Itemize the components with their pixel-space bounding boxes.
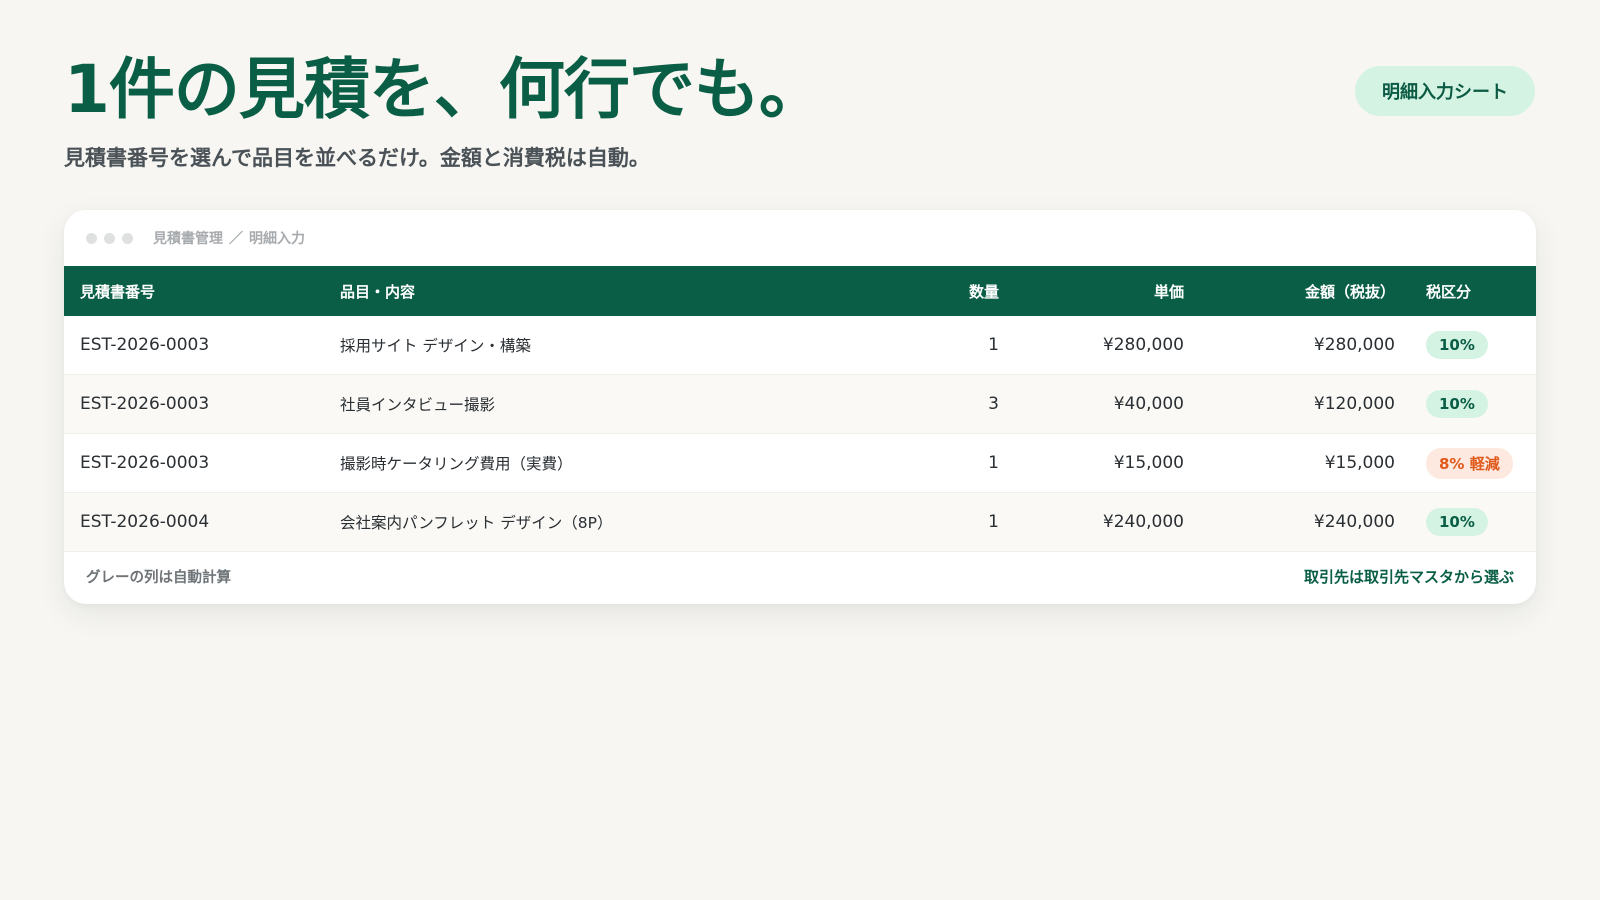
client-master-link[interactable]: 取引先は取引先マスタから選ぶ [1304, 566, 1514, 587]
column-header-tax-type[interactable]: 税区分 [1395, 281, 1536, 302]
unit-price-cell[interactable]: ¥40,000 [999, 394, 1184, 414]
amount-cell: ¥280,000 [1313, 335, 1395, 355]
item-cell[interactable]: 撮影時ケータリング費用（実費） [329, 452, 779, 474]
tax-type-cell[interactable]: 8% 軽減 [1395, 447, 1536, 479]
window-titlebar: 見積書管理 ／ 明細入力 [64, 210, 1536, 266]
quantity-cell[interactable]: 1 [779, 335, 999, 355]
auto-calc-note: グレーの列は自動計算 [86, 569, 231, 586]
amount-cell: ¥240,000 [1313, 512, 1395, 532]
tax-badge: 10% [1426, 508, 1488, 536]
estimate-no-cell[interactable]: EST-2026-0003 [64, 453, 329, 473]
estimate-no-cell[interactable]: EST-2026-0003 [64, 335, 329, 355]
quantity-cell[interactable]: 1 [779, 453, 999, 473]
breadcrumb-item-detail-entry: 明細入力 [249, 231, 305, 247]
page-title: 1件の見積を、何行でも。 [64, 51, 825, 128]
column-header-item[interactable]: 品目・内容 [329, 281, 779, 302]
item-cell[interactable]: 採用サイト デザイン・構築 [329, 334, 779, 356]
window-maximize-dot-icon[interactable] [122, 232, 133, 244]
estimate-window: 見積書管理 ／ 明細入力 見積書番号 品目・内容 数量 単価 金額（税抜） 税区… [64, 210, 1536, 604]
unit-price-cell[interactable]: ¥15,000 [999, 453, 1184, 473]
unit-price-cell[interactable]: ¥280,000 [999, 335, 1184, 355]
table-row[interactable]: EST-2026-0003 撮影時ケータリング費用（実費） 1 ¥15,000 … [64, 434, 1536, 493]
window-close-dot-icon[interactable] [86, 232, 97, 244]
table-row[interactable]: EST-2026-0003 採用サイト デザイン・構築 1 ¥280,000 ¥… [64, 316, 1536, 375]
column-header-estimate-no[interactable]: 見積書番号 [64, 281, 329, 302]
breadcrumb: 見積書管理 ／ 明細入力 [153, 228, 305, 248]
table-row[interactable]: EST-2026-0004 会社案内パンフレット デザイン（8P） 1 ¥240… [64, 493, 1536, 552]
tax-type-cell[interactable]: 10% [1395, 390, 1536, 418]
estimate-no-cell[interactable]: EST-2026-0003 [64, 394, 329, 414]
sheet-type-badge: 明細入力シート [1355, 66, 1535, 116]
tax-badge-reduced: 8% 軽減 [1426, 447, 1513, 479]
window-controls [86, 232, 133, 244]
window-footer: グレーの列は自動計算 取引先は取引先マスタから選ぶ [64, 548, 1536, 604]
estimate-no-cell[interactable]: EST-2026-0004 [64, 512, 329, 532]
table-header-row: 見積書番号 品目・内容 数量 単価 金額（税抜） 税区分 [64, 266, 1536, 316]
tax-type-cell[interactable]: 10% [1395, 508, 1536, 536]
page: 1件の見積を、何行でも。 見積書番号を選んで品目を並べるだけ。金額と消費税は自動… [0, 0, 1600, 900]
tax-badge: 10% [1426, 390, 1488, 418]
unit-price-cell[interactable]: ¥240,000 [999, 512, 1184, 532]
amount-cell: ¥15,000 [1324, 453, 1395, 473]
breadcrumb-separator: ／ [229, 231, 243, 247]
tax-badge: 10% [1426, 331, 1488, 359]
line-items-table: 見積書番号 品目・内容 数量 単価 金額（税抜） 税区分 EST-2026-00… [64, 266, 1536, 552]
column-header-amount[interactable]: 金額（税抜） [1184, 281, 1395, 302]
item-cell[interactable]: 会社案内パンフレット デザイン（8P） [329, 511, 779, 533]
column-header-unit-price[interactable]: 単価 [999, 281, 1184, 302]
page-subtitle: 見積書番号を選んで品目を並べるだけ。金額と消費税は自動。 [64, 146, 650, 170]
table-row[interactable]: EST-2026-0003 社員インタビュー撮影 3 ¥40,000 ¥120,… [64, 375, 1536, 434]
breadcrumb-item-estimates[interactable]: 見積書管理 [153, 228, 223, 248]
quantity-cell[interactable]: 1 [779, 512, 999, 532]
quantity-cell[interactable]: 3 [779, 394, 999, 414]
amount-cell: ¥120,000 [1313, 394, 1395, 414]
window-minimize-dot-icon[interactable] [104, 232, 115, 244]
column-header-quantity[interactable]: 数量 [779, 281, 999, 302]
item-cell[interactable]: 社員インタビュー撮影 [329, 393, 779, 415]
tax-type-cell[interactable]: 10% [1395, 331, 1536, 359]
